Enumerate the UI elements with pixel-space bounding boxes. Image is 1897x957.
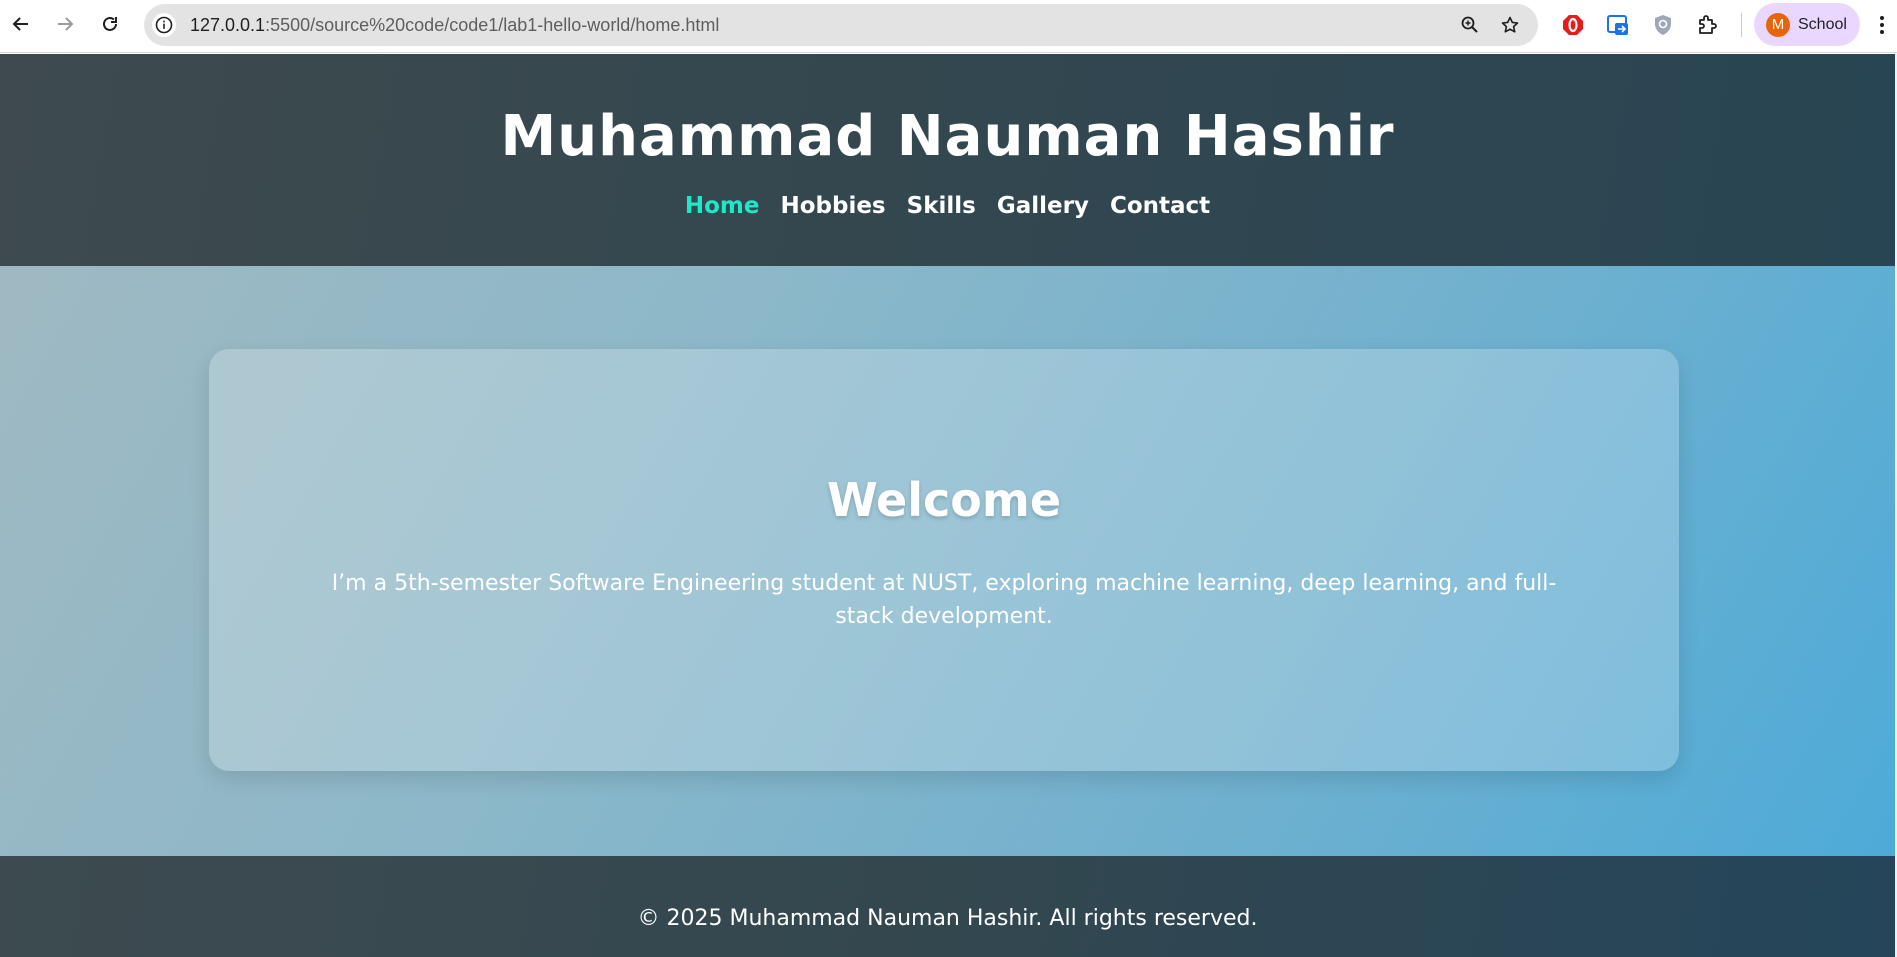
arrow-right-icon <box>58 17 74 31</box>
nav-link-gallery[interactable]: Gallery <box>997 193 1089 219</box>
nav-link-home[interactable]: Home <box>685 193 760 219</box>
reload-button[interactable] <box>96 10 124 38</box>
profile-button[interactable]: M School <box>1754 3 1860 46</box>
welcome-heading: Welcome <box>826 473 1062 527</box>
back-button[interactable] <box>7 10 35 38</box>
site-header: Muhammad Nauman Hashir Home Hobbies Skil… <box>0 54 1895 266</box>
nav-link-hobbies[interactable]: Hobbies <box>780 193 885 219</box>
browser-toolbar: 127.0.0.1:5500/source%20code/code1/lab1-… <box>0 0 1897 53</box>
translate-extension-button[interactable] <box>1605 12 1631 38</box>
forward-button[interactable] <box>51 10 79 38</box>
page-viewport: Muhammad Nauman Hashir Home Hobbies Skil… <box>0 54 1897 957</box>
welcome-text: I’m a 5th-semester Software Engineering … <box>331 571 1557 629</box>
zoom-icon <box>1461 16 1478 33</box>
shield-extension-icon <box>1655 15 1671 35</box>
welcome-card: Welcome I’m a 5th-semester Software Engi… <box>209 349 1679 771</box>
translate-extension-icon <box>1607 15 1628 35</box>
url-text[interactable]: 127.0.0.1:5500/source%20code/code1/lab1-… <box>190 15 719 36</box>
web-page: Muhammad Nauman Hashir Home Hobbies Skil… <box>0 54 1895 957</box>
url-path: :5500/source%20code/code1/lab1-hello-wor… <box>265 15 720 35</box>
extensions-button[interactable] <box>1695 12 1721 38</box>
shield-extension-button[interactable] <box>1650 12 1676 38</box>
toolbar-divider <box>1741 13 1742 37</box>
nav-link-contact[interactable]: Contact <box>1110 193 1210 219</box>
footer-copyright: © 2025 Muhammad Nauman Hashir. All right… <box>637 906 1258 931</box>
site-footer: © 2025 Muhammad Nauman Hashir. All right… <box>0 856 1895 957</box>
reload-icon <box>103 16 117 31</box>
kebab-menu-icon[interactable] <box>1876 12 1888 38</box>
site-info-button[interactable] <box>152 13 176 37</box>
puzzle-extensions-icon <box>1699 15 1717 34</box>
bookmark-button[interactable] <box>1498 13 1522 37</box>
star-icon <box>1501 16 1519 33</box>
opera-extension-icon <box>1563 15 1583 35</box>
avatar: M <box>1766 12 1790 37</box>
zoom-button[interactable] <box>1458 13 1482 37</box>
hero-section: Welcome I’m a 5th-semester Software Engi… <box>0 266 1895 856</box>
address-bar[interactable]: 127.0.0.1:5500/source%20code/code1/lab1-… <box>144 4 1538 46</box>
info-icon <box>155 16 173 34</box>
site-nav: Home Hobbies Skills Gallery Contact <box>0 193 1895 219</box>
opera-extension-button[interactable] <box>1560 12 1586 38</box>
site-title: Muhammad Nauman Hashir <box>500 104 1395 169</box>
profile-label: School <box>1798 15 1847 33</box>
arrow-left-icon <box>12 17 28 31</box>
nav-link-skills[interactable]: Skills <box>907 193 976 219</box>
url-host: 127.0.0.1 <box>190 15 266 35</box>
